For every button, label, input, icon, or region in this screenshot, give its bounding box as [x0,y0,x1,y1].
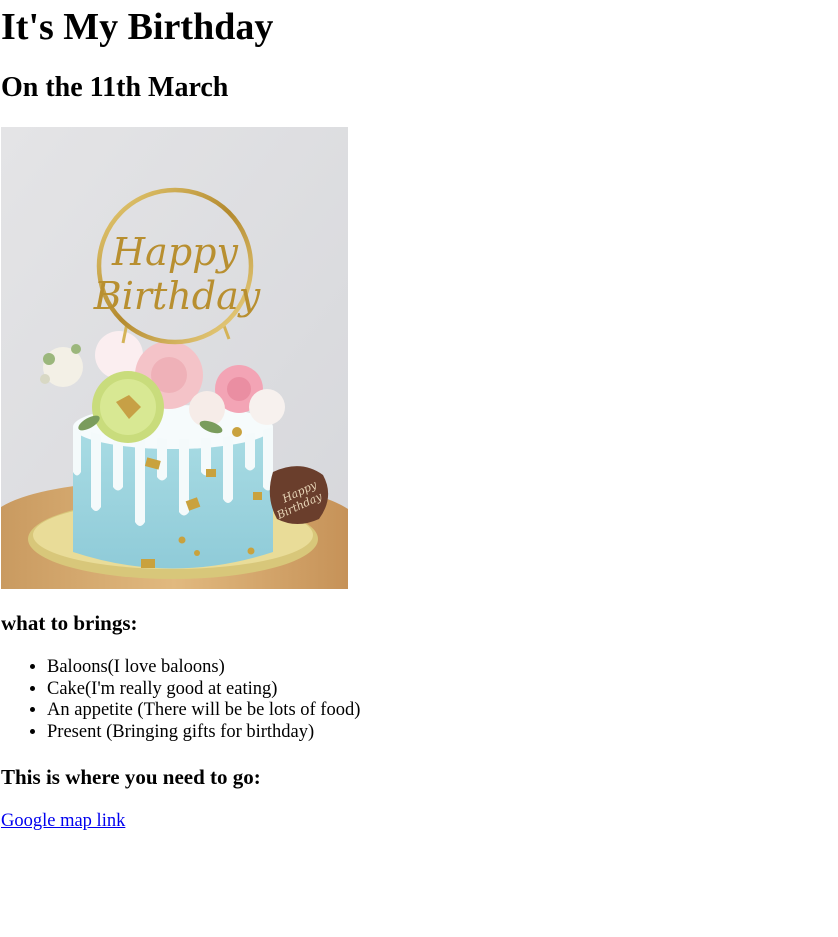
page: It's My Birthday On the 11th March Happy… [0,0,838,937]
list-item: Present (Bringing gifts for birthday) [47,722,360,744]
bring-heading: what to brings: [1,611,138,635]
topper-text-birthday: Birthday [93,274,261,318]
location-heading: This is where you need to go: [1,765,261,789]
birthday-cake-image: Happy Birthday Happy Birthday [1,127,348,589]
page-subtitle: On the 11th March [1,72,229,103]
topper-text-happy: Happy [111,230,238,274]
list-item: An appetite (There will be be lots of fo… [47,700,360,722]
list-item: Cake(I'm really good at eating) [47,679,360,701]
list-item: Baloons(I love baloons) [47,657,360,679]
bring-list: Baloons(I love baloons) Cake(I'm really … [1,657,360,743]
google-map-link[interactable]: Google map link [1,810,125,832]
page-title: It's My Birthday [1,6,274,48]
